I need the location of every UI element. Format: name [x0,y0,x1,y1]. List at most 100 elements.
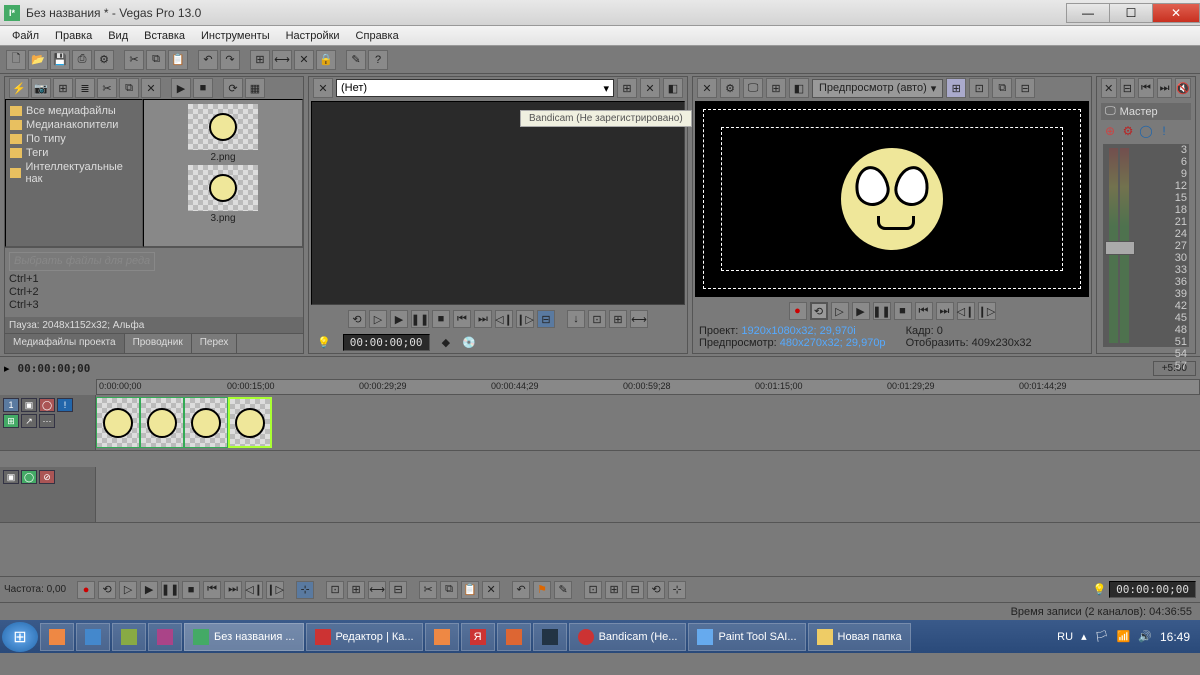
taskbar-app[interactable]: Редактор | Ка... [306,623,423,651]
tray-net-icon[interactable]: 📶 [1117,630,1131,643]
tab-explorer[interactable]: Проводник [125,334,192,353]
record-icon[interactable]: ● [789,302,807,320]
stop-icon[interactable]: ■ [182,581,200,599]
tab-project-media[interactable]: Медиафайлы проекта [5,334,125,353]
explorer-refresh-icon[interactable]: ⟳ [223,78,243,98]
tray-flag-icon[interactable]: 🏳 [1095,630,1109,643]
tray-up-icon[interactable]: ▴ [1081,630,1087,643]
menu-tools[interactable]: Инструменты [193,28,278,44]
maximize-button[interactable]: ☐ [1109,3,1153,23]
prev-frame-icon[interactable]: ◁❙ [495,310,513,328]
media-thumb[interactable] [188,165,258,211]
ext-monitor-icon[interactable]: 🖵 [743,78,763,98]
trimmer-timecode[interactable]: 00:00:00;00 [343,334,430,351]
prev-close-icon[interactable]: ✕ [697,78,717,98]
trimmer-btn2[interactable]: ✕ [640,78,660,98]
goto-start-icon[interactable]: ⏮ [203,581,221,599]
tree-node[interactable]: Теги [8,146,140,160]
goto-end-icon[interactable]: ⏭ [936,302,954,320]
paste-icon[interactable]: 📋 [168,50,188,70]
track-number[interactable]: 1 [3,398,19,412]
mute-icon[interactable]: ◯ [1139,124,1153,138]
stop-icon[interactable]: ■ [432,310,450,328]
overlays-icon[interactable]: ⊞ [946,78,966,98]
track-record-icon[interactable]: ▣ [3,470,19,484]
split-screen-icon[interactable]: ◧ [789,78,809,98]
tool4-icon[interactable]: ⊟ [389,581,407,599]
timeline-timecode[interactable]: 00:00:00;00 [18,362,91,375]
pause-icon[interactable]: ❚❚ [161,581,179,599]
timeline-clip[interactable] [140,397,184,448]
trim-more2-icon[interactable]: ⟷ [630,310,648,328]
info-icon[interactable]: ! [1157,124,1171,138]
snap2-icon[interactable]: ⊟ [1015,78,1035,98]
save-icon[interactable]: 💾 [50,50,70,70]
tab-transitions[interactable]: Перех [192,334,238,353]
flag-icon[interactable]: ⚑ [533,581,551,599]
taskbar-app[interactable] [425,623,459,651]
fx-icon[interactable]: ⊞ [766,78,786,98]
timeline-clip[interactable] [184,397,228,448]
track-bypass2-icon[interactable]: ⊘ [39,470,55,484]
volume-slider[interactable] [1105,241,1135,255]
target-icon[interactable]: ⊕ [1103,124,1117,138]
menu-edit[interactable]: Правка [47,28,100,44]
tool-e-icon[interactable]: ⟲ [647,581,665,599]
start-button[interactable]: ⊞ [2,622,38,652]
tool-c-icon[interactable]: ⊞ [605,581,623,599]
record-icon[interactable]: ● [77,581,95,599]
menu-view[interactable]: Вид [100,28,136,44]
timeline-clip[interactable] [96,397,140,448]
open-icon[interactable]: 📂 [28,50,48,70]
taskbar-pin[interactable] [40,623,74,651]
track-bypass-icon[interactable]: ◯ [39,398,55,412]
autocf-icon[interactable]: ✕ [294,50,314,70]
import-icon[interactable]: ⚡ [9,78,29,98]
explorer-btn3[interactable]: ⊞ [53,78,73,98]
timeline-clip-selected[interactable] [228,397,272,448]
track-info-icon[interactable]: ! [57,398,73,412]
play-start-icon[interactable]: ▷ [119,581,137,599]
taskbar-app[interactable]: Без названия ... [184,623,304,651]
taskbar-pin[interactable] [148,623,182,651]
taskbar-app[interactable] [497,623,531,651]
minimize-button[interactable]: — [1066,3,1110,23]
tree-node[interactable]: Интеллектуальные нак [8,160,140,186]
cut-icon[interactable]: ✂ [419,581,437,599]
track-more-icon[interactable]: ⋯ [39,414,55,428]
delete-icon[interactable]: ✕ [482,581,500,599]
menu-file[interactable]: Файл [4,28,47,44]
play-start-icon[interactable]: ▷ [369,310,387,328]
props-icon[interactable]: ⚙ [94,50,114,70]
copy-icon[interactable]: ⧉ [440,581,458,599]
media-tree[interactable]: Все медиафайлы Медианакопители По типу Т… [5,99,143,247]
menu-help[interactable]: Справка [348,28,407,44]
normal-edit-icon[interactable]: ⊹ [296,581,314,599]
marker-icon[interactable]: 💡 [317,336,331,349]
pause-icon[interactable]: ❚❚ [873,302,891,320]
transport-timecode[interactable]: 00:00:00;00 [1109,581,1196,598]
trim-more-icon[interactable]: ⊞ [609,310,627,328]
tree-node[interactable]: По типу [8,132,140,146]
safe-areas-icon[interactable]: ⊡ [969,78,989,98]
track-fx-icon[interactable]: ⊞ [3,414,19,428]
fit-icon[interactable]: ⊡ [588,310,606,328]
cut-icon[interactable]: ✂ [124,50,144,70]
next-frame-icon[interactable]: ❙▷ [516,310,534,328]
taskbar-pin[interactable] [76,623,110,651]
media-thumb[interactable] [188,104,258,150]
trimmer-pin-icon[interactable]: ✕ [313,78,333,98]
brush-icon[interactable]: ✎ [346,50,366,70]
explorer-del-icon[interactable]: ✕ [141,78,161,98]
paste-icon[interactable]: 📋 [461,581,479,599]
explorer-stop-icon[interactable]: ■ [193,78,213,98]
timeline-ruler[interactable]: 0:00:00;00 00:00:15;00 00:00:29;29 00:00… [96,379,1200,395]
play-icon[interactable]: ▶ [390,310,408,328]
system-tray[interactable]: RU ▴ 🏳 📶 🔊 16:49 [1049,630,1198,644]
preview-viewport[interactable] [695,101,1089,297]
master-meter[interactable]: 369 121518 212427 303336 394245 485154 5… [1103,144,1189,347]
play-start-icon[interactable]: ▷ [831,302,849,320]
play-icon[interactable]: ▶ [140,581,158,599]
stop-icon[interactable]: ■ [894,302,912,320]
track-motion-icon[interactable]: ↗ [21,414,37,428]
